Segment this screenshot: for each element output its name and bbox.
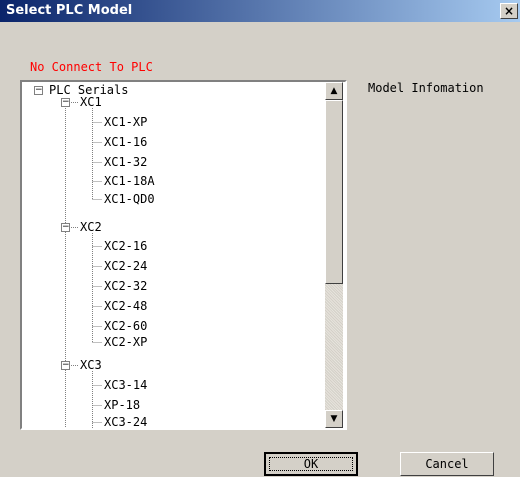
dialog-title: Select PLC Model xyxy=(6,3,133,18)
cancel-button-label: Cancel xyxy=(425,457,469,471)
close-button[interactable]: × xyxy=(500,3,518,19)
tree-leaf-xc2-32[interactable]: XC2-32 xyxy=(104,278,147,294)
tree-leaf-xc2-48[interactable]: XC2-48 xyxy=(104,298,147,314)
tree-leaf-xp-18[interactable]: XP-18 xyxy=(104,397,140,413)
tree-leaf-xc1-xp[interactable]: XC1-XP xyxy=(104,114,147,130)
tree-leaf-xc3-24[interactable]: XC3-24 xyxy=(104,414,147,428)
tree-leaf-xc1-32[interactable]: XC1-32 xyxy=(104,154,147,170)
focus-rectangle xyxy=(269,457,353,471)
arrow-up-icon: ▲ xyxy=(330,86,338,96)
collapse-icon[interactable]: − xyxy=(61,361,70,370)
collapse-icon[interactable]: − xyxy=(34,86,43,95)
plc-model-tree[interactable]: − PLC Serials − XC1 XC1-XP XC1-16 XC1-32… xyxy=(20,80,347,430)
model-information-label: Model Infomation xyxy=(368,81,484,95)
collapse-icon[interactable]: − xyxy=(61,223,70,232)
tree-leaf-xc1-16[interactable]: XC1-16 xyxy=(104,134,147,150)
scroll-up-button[interactable]: ▲ xyxy=(325,82,343,100)
tree-node-xc3[interactable]: XC3 xyxy=(80,357,102,373)
tree-leaf-xc2-xp[interactable]: XC2-XP xyxy=(104,334,147,350)
cancel-button[interactable]: Cancel xyxy=(400,452,494,476)
connection-status-text: No Connect To PLC xyxy=(30,60,153,74)
tree-leaf-xc2-24[interactable]: XC2-24 xyxy=(104,258,147,274)
arrow-down-icon: ▼ xyxy=(330,414,338,424)
tree-vertical-scrollbar[interactable]: ▲ ▼ xyxy=(325,82,343,428)
ok-button[interactable]: OK xyxy=(264,452,358,476)
tree-connector-lines xyxy=(65,102,102,428)
tree-leaf-xc1-18a[interactable]: XC1-18A xyxy=(104,173,155,189)
tree-leaf-xc3-14[interactable]: XC3-14 xyxy=(104,377,147,393)
title-bar[interactable]: Select PLC Model × xyxy=(0,0,520,22)
tree-leaf-xc2-16[interactable]: XC2-16 xyxy=(104,238,147,254)
scroll-down-button[interactable]: ▼ xyxy=(325,410,343,428)
collapse-icon[interactable]: − xyxy=(61,98,70,107)
tree-leaf-xc1-qd0[interactable]: XC1-QD0 xyxy=(104,191,155,207)
close-icon: × xyxy=(503,4,515,18)
tree-node-xc1[interactable]: XC1 xyxy=(80,94,102,110)
select-plc-model-dialog: Select PLC Model × No Connect To PLC − P… xyxy=(0,0,520,477)
tree-node-xc2[interactable]: XC2 xyxy=(80,219,102,235)
tree-leaf-xc2-60[interactable]: XC2-60 xyxy=(104,318,147,334)
scroll-thumb[interactable] xyxy=(325,100,343,284)
